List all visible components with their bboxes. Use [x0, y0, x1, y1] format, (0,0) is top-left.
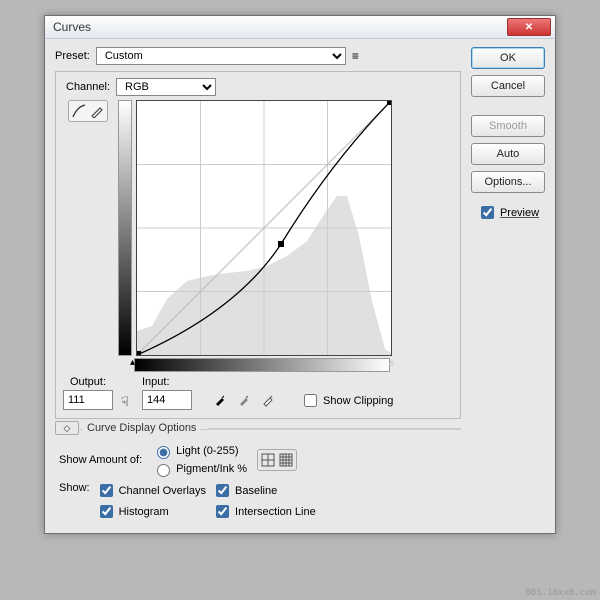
- curve-mode-tools: [68, 100, 108, 122]
- channel-select[interactable]: RGB: [116, 78, 216, 96]
- intersection-checkbox[interactable]: Intersection Line: [212, 502, 316, 521]
- output-field[interactable]: [63, 390, 113, 410]
- grid-fine-icon[interactable]: [278, 452, 294, 468]
- output-label: Output:: [70, 376, 106, 388]
- show-label: Show:: [59, 482, 90, 521]
- curve-point-tool-icon[interactable]: [71, 103, 87, 119]
- preset-label: Preset:: [55, 50, 90, 62]
- display-options-label: Curve Display Options: [83, 422, 200, 434]
- gray-eyedropper-icon[interactable]: [234, 390, 254, 410]
- show-amount-label: Show Amount of:: [59, 454, 142, 466]
- input-gradient: [134, 358, 390, 372]
- titlebar[interactable]: Curves ✕: [45, 16, 555, 39]
- output-gradient: [118, 100, 132, 356]
- target-adjust-tool-icon[interactable]: ☟: [121, 394, 129, 410]
- black-eyedropper-icon[interactable]: [210, 390, 230, 410]
- input-label: Input:: [142, 376, 170, 388]
- cancel-button[interactable]: Cancel: [471, 75, 545, 97]
- channel-label: Channel:: [66, 81, 110, 93]
- curve-canvas[interactable]: [136, 100, 392, 356]
- baseline-checkbox[interactable]: Baseline: [212, 481, 316, 500]
- ok-button[interactable]: OK: [471, 47, 545, 69]
- curves-dialog: Curves ✕ Preset: Custom ≡ Channel: RGB: [44, 15, 556, 534]
- close-button[interactable]: ✕: [507, 18, 551, 36]
- watermark: BBS.16xx8.com: [526, 588, 596, 598]
- display-options-group: ◇ Curve Display Options Show Amount of: …: [55, 429, 461, 521]
- white-point-slider[interactable]: ▵: [389, 357, 394, 368]
- curve-draw-tool-icon[interactable]: [89, 103, 105, 119]
- smooth-button[interactable]: Smooth: [471, 115, 545, 137]
- auto-button[interactable]: Auto: [471, 143, 545, 165]
- input-field[interactable]: [142, 390, 192, 410]
- grid-coarse-icon[interactable]: [260, 452, 276, 468]
- options-button[interactable]: Options...: [471, 171, 545, 193]
- grid-size-tools: [257, 449, 297, 471]
- preset-select[interactable]: Custom: [96, 47, 346, 65]
- show-clipping-checkbox[interactable]: Show Clipping: [300, 391, 393, 410]
- curve-group: Channel: RGB: [55, 71, 461, 419]
- white-eyedropper-icon[interactable]: [258, 390, 278, 410]
- channel-overlays-checkbox[interactable]: Channel Overlays: [96, 481, 206, 500]
- collapse-toggle-icon[interactable]: ◇: [55, 421, 79, 435]
- black-point-slider[interactable]: ▴: [130, 357, 135, 368]
- histogram-checkbox[interactable]: Histogram: [96, 502, 206, 521]
- light-radio[interactable]: Light (0-255): [152, 443, 247, 459]
- preset-menu-icon[interactable]: ≡: [352, 49, 359, 63]
- pigment-radio[interactable]: Pigment/Ink %: [152, 461, 247, 477]
- preview-checkbox[interactable]: Preview: [471, 203, 545, 222]
- window-title: Curves: [53, 20, 507, 34]
